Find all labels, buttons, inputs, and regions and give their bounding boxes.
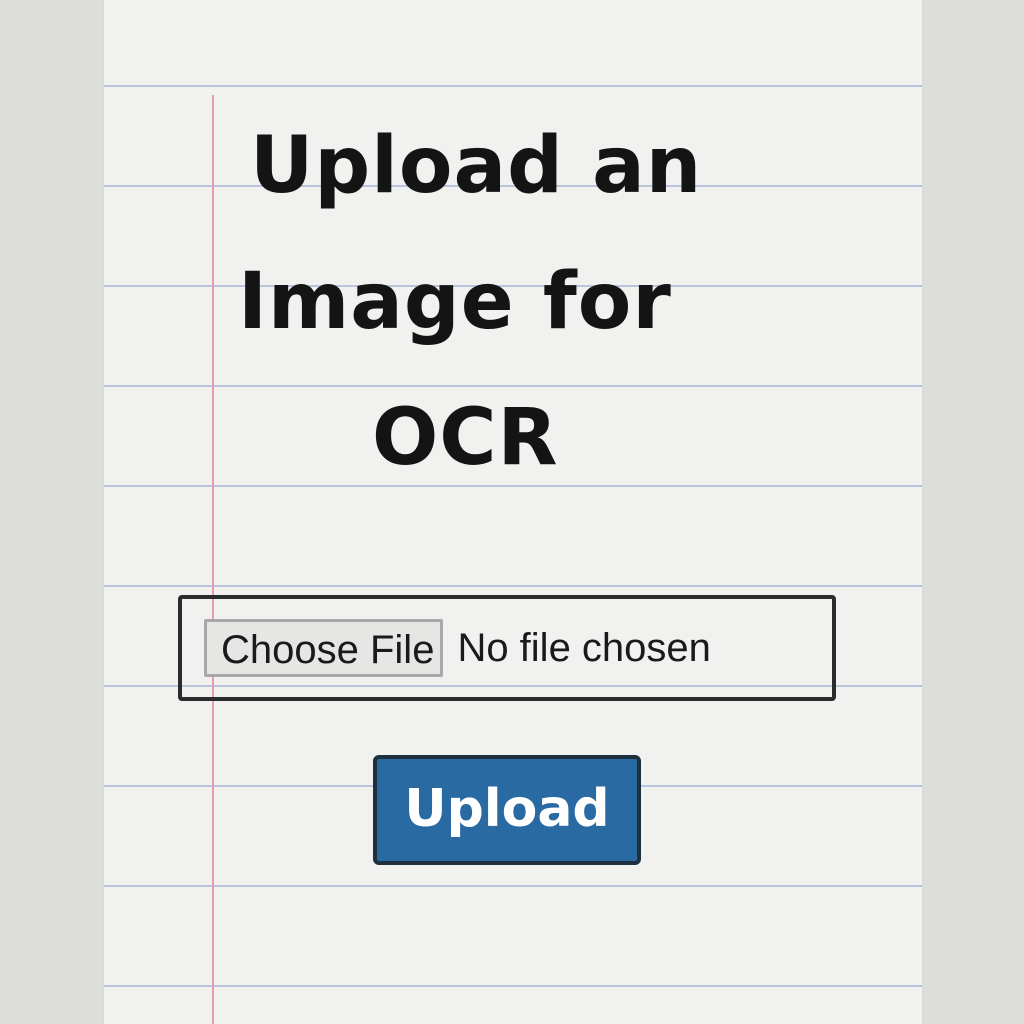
upload-button[interactable]: Upload	[373, 755, 641, 865]
page-title-line-2: Image for	[238, 257, 672, 347]
file-input[interactable]: Choose File No file chosen	[178, 595, 836, 701]
page-title-line-1: Upload an	[250, 121, 703, 211]
page-title: Upload an Image for OCR	[234, 98, 794, 506]
file-status-text: No file chosen	[457, 626, 711, 670]
page-title-line-3: OCR	[372, 393, 559, 483]
notebook-paper: Upload an Image for OCR Choose File No f…	[104, 0, 922, 1024]
margin-line	[212, 95, 214, 1024]
choose-file-button[interactable]: Choose File	[204, 619, 444, 677]
